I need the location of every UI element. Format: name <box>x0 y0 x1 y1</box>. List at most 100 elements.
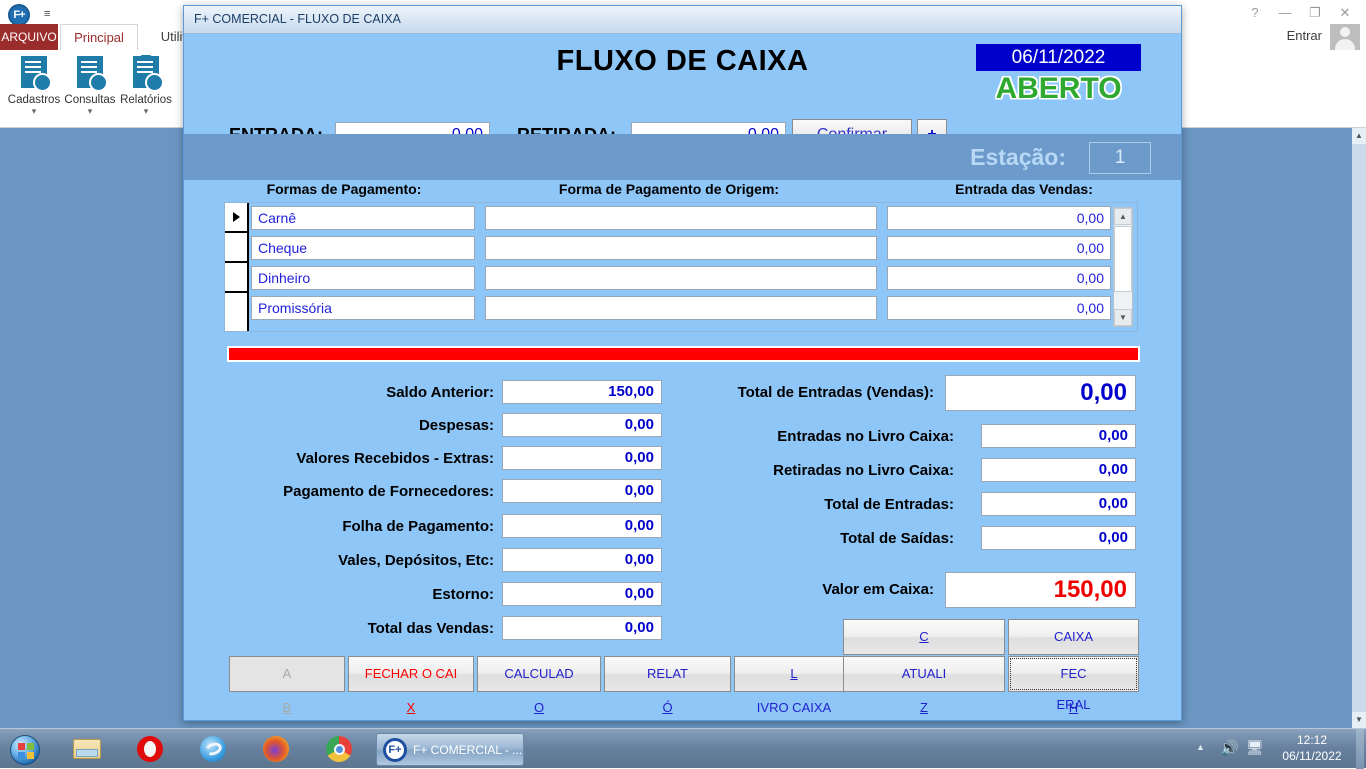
input-total-entradas[interactable]: 0,00 <box>981 492 1136 516</box>
scroll-down-icon[interactable]: ▼ <box>1114 309 1132 326</box>
taskbar-item-fplus-comercial[interactable]: F+ F+ COMERCIAL - ... <box>376 733 524 766</box>
cell-forma-pagamento[interactable]: Carnê <box>251 206 475 230</box>
workspace-scrollbar[interactable]: ▲ ▼ <box>1352 128 1366 728</box>
label-vales-depositos: Vales, Depósitos, Etc: <box>194 552 494 569</box>
cell-forma-origem[interactable] <box>485 236 877 260</box>
chrome-icon[interactable] <box>322 735 356 763</box>
taskbar: F+ F+ COMERCIAL - ... ▲ 🔊 🖥 12:12 06/11/… <box>0 728 1366 768</box>
input-total-entradas-vendas[interactable]: 0,00 <box>945 375 1136 411</box>
restore-icon[interactable]: ❐ <box>1300 2 1330 24</box>
app-logo-icon: F+ <box>8 4 30 26</box>
background-window-controls: ? — ❐ ✕ <box>1240 2 1360 24</box>
cell-entrada-vendas[interactable]: 0,00 <box>887 296 1111 320</box>
system-tray: ▲ 🔊 🖥 12:12 06/11/2022 <box>1188 729 1364 769</box>
label-entradas-livro-caixa: Entradas no Livro Caixa: <box>664 428 954 445</box>
row-selector-cell[interactable] <box>225 263 247 293</box>
station-band: Estação: 1 <box>184 134 1181 180</box>
column-header-entrada-vendas: Entrada das Vendas: <box>874 181 1174 197</box>
cell-entrada-vendas[interactable]: 0,00 <box>887 206 1111 230</box>
cell-forma-origem[interactable] <box>485 266 877 290</box>
dialog-header: FLUXO DE CAIXA 06/11/2022 ABERTO ENTRADA… <box>184 34 1181 134</box>
ribbon-group-consultas[interactable]: Consultas ▾ <box>58 54 122 117</box>
scrollbar-thumb[interactable] <box>1114 226 1132 292</box>
chevron-down-icon[interactable]: ▾ <box>2 106 66 117</box>
start-button[interactable] <box>4 731 50 767</box>
label-folha-pagamento: Folha de Pagamento: <box>194 518 494 535</box>
label-valores-recebidos-extras: Valores Recebidos - Extras: <box>194 450 494 467</box>
quick-access-toolbar-caret-icon[interactable]: ≡ <box>44 8 50 20</box>
input-vales-depositos[interactable]: 0,00 <box>502 548 662 572</box>
row-selector-cell[interactable] <box>225 293 247 323</box>
input-total-vendas[interactable]: 0,00 <box>502 616 662 640</box>
clock-time[interactable]: 12:12 <box>1272 733 1352 747</box>
ribbon-group-label: Consultas <box>58 94 122 106</box>
red-separator-bar <box>227 346 1140 362</box>
volume-icon[interactable]: 🔊 <box>1220 739 1239 757</box>
label-pagamento-fornecedores: Pagamento de Fornecedores: <box>194 483 494 500</box>
cell-forma-origem[interactable] <box>485 206 877 230</box>
station-label: Estação: <box>970 144 1066 171</box>
cell-forma-pagamento[interactable]: Cheque <box>251 236 475 260</box>
scroll-down-icon[interactable]: ▼ <box>1352 712 1366 728</box>
tab-principal[interactable]: Principal <box>60 24 138 50</box>
scroll-up-icon[interactable]: ▲ <box>1114 208 1132 225</box>
fluxo-de-caixa-dialog: F+ COMERCIAL - FLUXO DE CAIXA FLUXO DE C… <box>183 5 1182 721</box>
chevron-down-icon[interactable]: ▾ <box>114 106 178 117</box>
tab-arquivo[interactable]: ARQUIVO <box>0 24 58 50</box>
cell-forma-pagamento[interactable]: Promissória <box>251 296 475 320</box>
ribbon-group-relatorios[interactable]: Relatórios ▾ <box>114 54 178 117</box>
relatorio-button[interactable]: RELATÓRIO <box>604 656 731 692</box>
table-row: Carnê 0,00 <box>251 203 1137 233</box>
input-valores-recebidos-extras[interactable]: 0,00 <box>502 446 662 470</box>
show-desktop-button[interactable] <box>1356 729 1364 769</box>
abrir-o-caixa-button[interactable]: ABRIR O CAIXA <box>229 656 345 692</box>
ribbon-group-cadastros[interactable]: Cadastros ▾ <box>2 54 66 117</box>
minimize-icon[interactable]: — <box>1270 2 1300 24</box>
cell-entrada-vendas[interactable]: 0,00 <box>887 266 1111 290</box>
input-pagamento-fornecedores[interactable]: 0,00 <box>502 479 662 503</box>
firefox-icon[interactable] <box>259 735 293 763</box>
caixa-geral-button[interactable]: CAIXA GERAL <box>1008 619 1139 655</box>
fechar-button[interactable]: FECHAR <box>1008 656 1139 692</box>
current-date-badge: 06/11/2022 <box>976 44 1141 71</box>
taskbar-item-label: F+ COMERCIAL - ... <box>413 743 522 757</box>
input-folha-pagamento[interactable]: 0,00 <box>502 514 662 538</box>
help-icon[interactable]: ? <box>1240 2 1270 24</box>
calculadora-button[interactable]: CALCULADORA <box>477 656 601 692</box>
scroll-up-icon[interactable]: ▲ <box>1352 128 1366 144</box>
row-selector-cell[interactable] <box>225 233 247 263</box>
opera-icon[interactable] <box>133 735 167 763</box>
livro-caixa-button[interactable]: LIVRO CAIXA <box>734 656 854 692</box>
label-total-entradas: Total de Entradas: <box>664 496 954 513</box>
document-add-icon <box>2 54 66 94</box>
caixa-selecionado-button[interactable]: CAIXA SELECIONADO <box>843 619 1005 655</box>
label-total-entradas-vendas: Total de Entradas (Vendas): <box>624 384 934 401</box>
app-logo-text: F+ <box>10 6 28 24</box>
label-saldo-anterior: Saldo Anterior: <box>194 384 494 401</box>
network-icon[interactable]: 🖥 <box>1246 739 1264 756</box>
clock-date[interactable]: 06/11/2022 <box>1272 749 1352 763</box>
input-retiradas-livro-caixa[interactable]: 0,00 <box>981 458 1136 482</box>
row-selected-arrow-icon <box>233 212 240 222</box>
cell-forma-origem[interactable] <box>485 296 877 320</box>
input-total-saidas[interactable]: 0,00 <box>981 526 1136 550</box>
input-entradas-livro-caixa[interactable]: 0,00 <box>981 424 1136 448</box>
dialog-titlebar[interactable]: F+ COMERCIAL - FLUXO DE CAIXA <box>184 6 1181 34</box>
label-total-vendas: Total das Vendas: <box>194 620 494 637</box>
show-hidden-icons-icon[interactable]: ▲ <box>1196 742 1205 752</box>
file-explorer-icon[interactable] <box>70 735 104 763</box>
cell-forma-pagamento[interactable]: Dinheiro <box>251 266 475 290</box>
windows-logo-icon <box>10 735 40 765</box>
input-estorno[interactable]: 0,00 <box>502 582 662 606</box>
table-row: Promissória 0,00 <box>251 293 1137 323</box>
grid-scrollbar[interactable]: ▲ ▼ <box>1113 207 1133 327</box>
input-valor-em-caixa[interactable]: 150,00 <box>945 572 1136 608</box>
close-icon[interactable]: ✕ <box>1330 2 1360 24</box>
input-despesas[interactable]: 0,00 <box>502 413 662 437</box>
cell-entrada-vendas[interactable]: 0,00 <box>887 236 1111 260</box>
chevron-down-icon[interactable]: ▾ <box>58 106 122 117</box>
row-selector-cell[interactable] <box>225 203 247 233</box>
fechar-o-caixa-button[interactable]: FECHAR O CAIXA <box>348 656 474 692</box>
internet-explorer-icon[interactable] <box>196 735 230 763</box>
atualizar-button[interactable]: ATUALIZAR <box>843 656 1005 692</box>
